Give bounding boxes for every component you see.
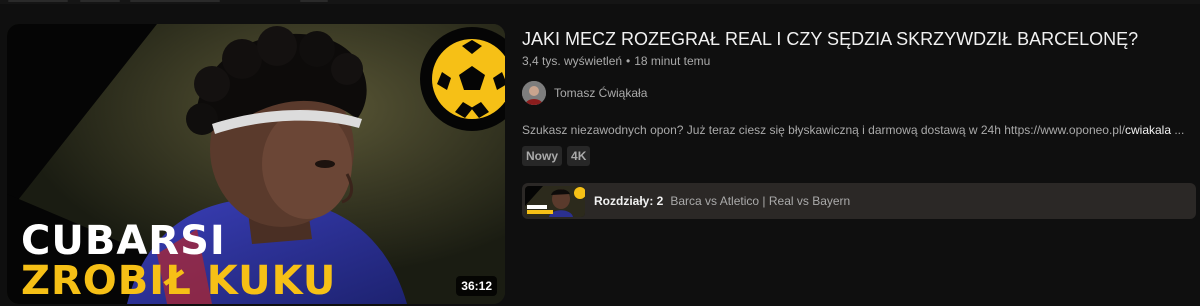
channel-name[interactable]: Tomasz Ćwiąkała — [554, 86, 647, 100]
description-text: Szukasz niezawodnych opon? Już teraz cie… — [522, 123, 1125, 137]
badge-new: Nowy — [522, 146, 563, 166]
view-count: 3,4 tys. wyświetleń — [522, 54, 623, 68]
channel-avatar[interactable] — [522, 81, 546, 105]
chapters-list: Barca vs Atletico | Real vs Bayern — [670, 194, 851, 208]
thumbnail-headline-line-2: ZROBIŁ KUKU — [21, 258, 337, 304]
chapter-thumbnail[interactable] — [525, 185, 585, 217]
upload-age: 18 minut temu — [634, 54, 711, 68]
video-description-snippet: Szukasz niezawodnych opon? Już teraz cie… — [522, 123, 1200, 137]
chapters-label: Rozdziały: 2 — [594, 194, 664, 208]
duration-badge: 36:12 — [456, 276, 497, 296]
previous-item-edge — [0, 0, 1200, 4]
separator-dot: • — [626, 54, 631, 68]
video-badges: Nowy 4K — [522, 146, 591, 166]
description-highlight: cwiakala — [1124, 123, 1172, 137]
video-stats: 3,4 tys. wyświetleń • 18 minut temu — [522, 54, 710, 68]
description-ellipsis: ... — [1171, 123, 1185, 137]
video-result[interactable]: CUBARSI ZROBIŁ KUKU 36:12 JAKI MECZ ROZE… — [0, 24, 1200, 306]
chapters-row[interactable]: Rozdziały: 2 Barca vs Atletico | Real vs… — [522, 183, 1196, 219]
channel-link[interactable]: Tomasz Ćwiąkała — [522, 81, 647, 105]
video-thumbnail[interactable]: CUBARSI ZROBIŁ KUKU 36:12 — [7, 24, 505, 304]
video-title[interactable]: JAKI MECZ ROZEGRAŁ REAL I CZY SĘDZIA SKR… — [522, 29, 1138, 50]
thumbnail-headline-line-1: CUBARSI — [21, 218, 226, 264]
badge-4k: 4K — [567, 146, 591, 166]
